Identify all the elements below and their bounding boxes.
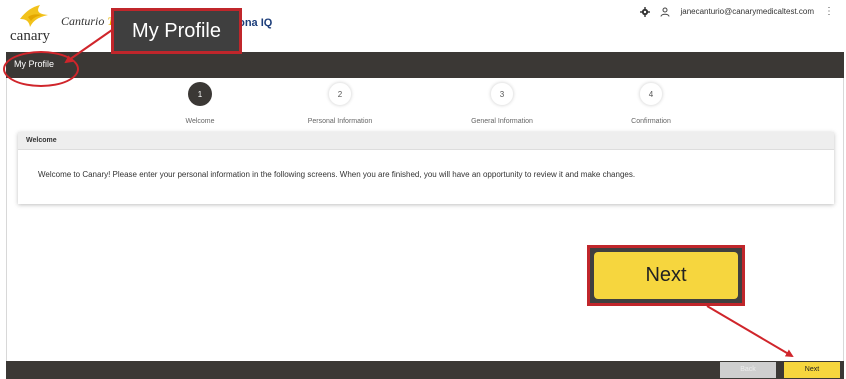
step-label: Confirmation [631,118,671,125]
my-profile-callout-label: My Profile [132,19,221,42]
canary-logo[interactable]: canary [10,5,56,45]
step-number: 1 [188,82,212,106]
next-callout: Next [587,245,745,306]
more-menu-icon[interactable]: ⋮ [824,6,834,17]
welcome-card: Welcome Welcome to Canary! Please enter … [18,132,834,204]
footer-bar: Back Next [6,361,844,379]
step-label: Welcome [185,118,215,125]
next-button[interactable]: Next [784,362,840,378]
step-general-information: 3 General Information [442,82,562,125]
partner-logo-text: Canturio [61,14,105,28]
step-personal-information: 2 Personal Information [280,82,400,125]
step-number: 4 [639,82,663,106]
highlight-circle [3,51,79,87]
header-user-area: janecanturio@canarymedicaltest.com ⋮ [640,6,834,17]
nav-bar: My Profile [6,52,844,78]
my-profile-callout: My Profile [111,8,242,54]
step-confirmation: 4 Confirmation [591,82,711,125]
progress-stepper: 1 Welcome 2 Personal Information 3 Gener… [140,82,720,130]
step-number: 3 [490,82,514,106]
step-label: General Information [471,118,533,125]
next-callout-label: Next [594,252,738,299]
user-icon[interactable] [660,7,670,17]
logo-text: canary [10,28,50,44]
back-button[interactable]: Back [720,362,776,378]
card-body-text: Welcome to Canary! Please enter your per… [38,170,636,179]
user-email[interactable]: janecanturio@canarymedicaltest.com [680,7,814,16]
canary-bird-icon [20,5,48,27]
step-number: 2 [328,82,352,106]
card-title: Welcome [18,132,834,150]
step-welcome: 1 Welcome [140,82,260,125]
gear-icon[interactable] [640,6,651,17]
step-label: Personal Information [307,118,373,125]
